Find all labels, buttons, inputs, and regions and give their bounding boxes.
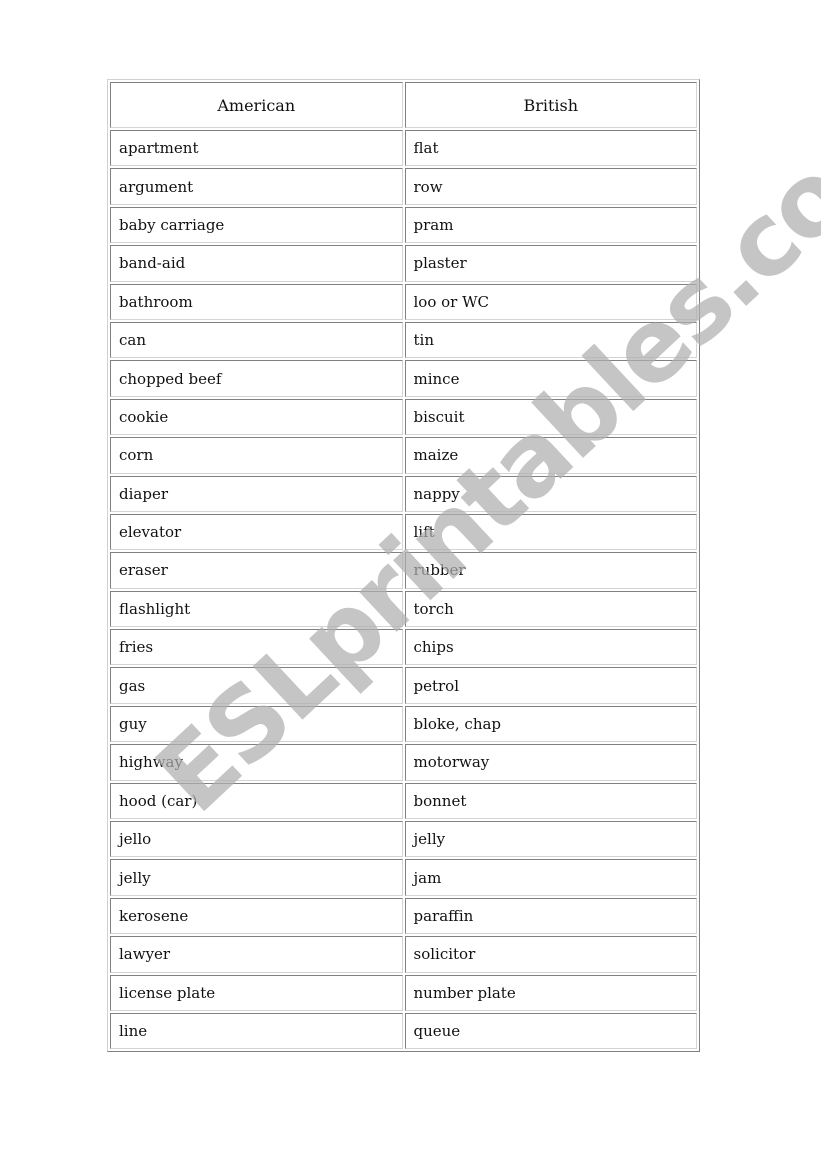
american-cell: apartment — [110, 130, 403, 167]
british-cell: row — [404, 168, 697, 205]
british-cell: pram — [404, 206, 697, 244]
header-american: American — [110, 82, 403, 128]
british-cell: jam — [404, 859, 697, 896]
table-row: highway motorway — [110, 744, 697, 781]
british-cell: loo or WC — [404, 283, 697, 320]
american-cell: flashlight — [110, 590, 403, 628]
british-cell: solicitor — [404, 936, 697, 973]
american-cell: hood (car) — [110, 782, 403, 820]
american-cell: gas — [110, 667, 403, 704]
table-row: flashlight torch — [110, 590, 697, 628]
british-cell: nappy — [404, 475, 697, 512]
table-row: guy bloke, chap — [110, 705, 697, 743]
table-row: corn maize — [110, 437, 697, 474]
table-row: elevator lift — [110, 513, 697, 551]
table-row: jelly jam — [110, 859, 697, 896]
table-row: bathroom loo or WC — [110, 283, 697, 320]
table-row: hood (car) bonnet — [110, 782, 697, 820]
american-cell: can — [110, 321, 403, 359]
american-cell: band-aid — [110, 245, 403, 282]
american-cell: cookie — [110, 398, 403, 436]
table-row: chopped beef mince — [110, 360, 697, 397]
british-cell: number plate — [404, 974, 697, 1011]
table-row: lawyer solicitor — [110, 936, 697, 973]
american-cell: bathroom — [110, 283, 403, 320]
british-cell: paraffin — [404, 897, 697, 935]
british-cell: mince — [404, 360, 697, 397]
vocabulary-table: American British apartment flat argument ro… — [107, 79, 700, 1053]
american-cell: chopped beef — [110, 360, 403, 397]
british-cell: petrol — [404, 667, 697, 704]
british-cell: bonnet — [404, 782, 697, 820]
british-cell: queue — [404, 1012, 697, 1050]
british-cell: bloke, chap — [404, 705, 697, 743]
table-header-row: American British — [110, 82, 697, 128]
british-cell: motorway — [404, 744, 697, 781]
british-cell: rubber — [404, 552, 697, 589]
table-row: argument row — [110, 168, 697, 205]
american-cell: diaper — [110, 475, 403, 512]
american-cell: lawyer — [110, 936, 403, 973]
american-cell: line — [110, 1012, 403, 1050]
american-cell: highway — [110, 744, 403, 781]
table-row: baby carriage pram — [110, 206, 697, 244]
header-british: British — [404, 82, 697, 128]
american-cell: argument — [110, 168, 403, 205]
british-cell: maize — [404, 437, 697, 474]
british-cell: flat — [404, 130, 697, 167]
table-row: license plate number plate — [110, 974, 697, 1011]
american-cell: baby carriage — [110, 206, 403, 244]
table-row: fries chips — [110, 629, 697, 666]
british-cell: torch — [404, 590, 697, 628]
american-cell: guy — [110, 705, 403, 743]
table-row: kerosene paraffin — [110, 897, 697, 935]
british-cell: lift — [404, 513, 697, 551]
table-row: diaper nappy — [110, 475, 697, 512]
british-cell: chips — [404, 629, 697, 666]
american-cell: license plate — [110, 974, 403, 1011]
american-cell: elevator — [110, 513, 403, 551]
table-row: jello jelly — [110, 821, 697, 858]
american-cell: fries — [110, 629, 403, 666]
american-cell: eraser — [110, 552, 403, 589]
table-row: line queue — [110, 1012, 697, 1050]
table-row: can tin — [110, 321, 697, 359]
british-cell: jelly — [404, 821, 697, 858]
table-row: band-aid plaster — [110, 245, 697, 282]
american-cell: jello — [110, 821, 403, 858]
american-cell: corn — [110, 437, 403, 474]
table-row: gas petrol — [110, 667, 697, 704]
table-row: apartment flat — [110, 130, 697, 167]
table-row: cookie biscuit — [110, 398, 697, 436]
table-row: eraser rubber — [110, 552, 697, 589]
british-cell: plaster — [404, 245, 697, 282]
british-cell: tin — [404, 321, 697, 359]
worksheet-page: American British apartment flat argument ro… — [0, 0, 821, 1169]
american-cell: jelly — [110, 859, 403, 896]
american-cell: kerosene — [110, 897, 403, 935]
british-cell: biscuit — [404, 398, 697, 436]
